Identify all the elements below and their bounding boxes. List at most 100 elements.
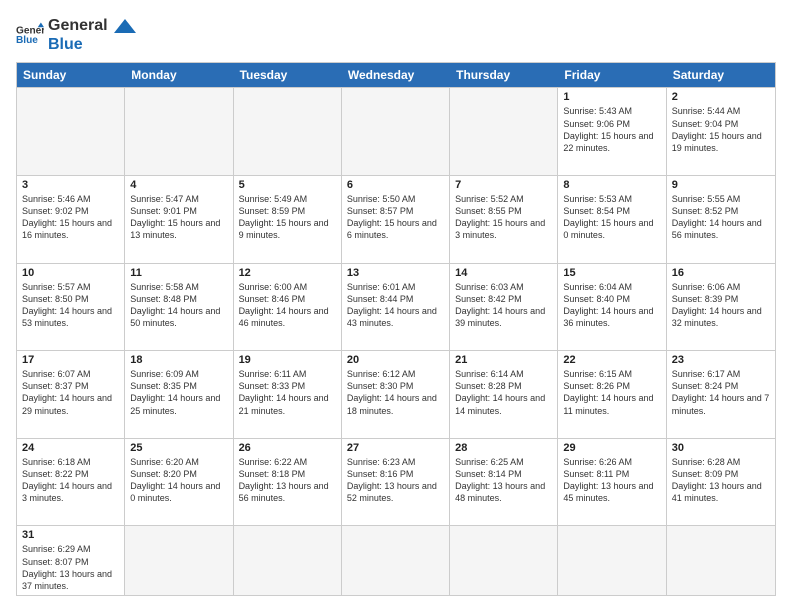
day-info: Sunrise: 5:49 AM Sunset: 8:59 PM Dayligh… (239, 193, 336, 242)
calendar-cell-4-6: 30Sunrise: 6:28 AM Sunset: 8:09 PM Dayli… (667, 439, 775, 526)
logo-triangle-icon (114, 19, 136, 41)
calendar-cell-3-5: 22Sunrise: 6:15 AM Sunset: 8:26 PM Dayli… (558, 351, 666, 438)
calendar-cell-2-4: 14Sunrise: 6:03 AM Sunset: 8:42 PM Dayli… (450, 264, 558, 351)
day-number: 13 (347, 267, 444, 279)
day-number: 21 (455, 354, 552, 366)
calendar-cell-5-3 (342, 526, 450, 595)
calendar-cell-4-2: 26Sunrise: 6:22 AM Sunset: 8:18 PM Dayli… (234, 439, 342, 526)
calendar-cell-1-3: 6 Sunrise: 5:50 AM Sunset: 8:57 PM Daylig… (342, 176, 450, 263)
day-info: Sunrise: 6:09 AM Sunset: 8:35 PM Dayligh… (130, 368, 227, 417)
day-number: 1 (563, 91, 660, 103)
calendar-cell-4-4: 28 Sunrise: 6:25 AM Sunset: 8:14 PM Dayli… (450, 439, 558, 526)
calendar-cell-4-0: 24 Sunrise: 6:18 AM Sunset: 8:22 PM Dayli… (17, 439, 125, 526)
day-number: 24 (22, 442, 119, 454)
day-number: 6 (347, 179, 444, 191)
day-info: Sunrise: 5:50 AM Sunset: 8:57 PM Dayligh… (347, 193, 444, 242)
day-number: 10 (22, 267, 119, 279)
calendar-cell-2-3: 13 Sunrise: 6:01 AM Sunset: 8:44 PM Dayli… (342, 264, 450, 351)
calendar-cell-2-1: 11Sunrise: 5:58 AM Sunset: 8:48 PM Dayli… (125, 264, 233, 351)
day-number: 12 (239, 267, 336, 279)
day-info: Sunrise: 5:53 AM Sunset: 8:54 PM Dayligh… (563, 193, 660, 242)
day-info: Sunrise: 5:47 AM Sunset: 9:01 PM Dayligh… (130, 193, 227, 242)
day-number: 29 (563, 442, 660, 454)
day-number: 27 (347, 442, 444, 454)
calendar-row-4: 24 Sunrise: 6:18 AM Sunset: 8:22 PM Dayli… (17, 438, 775, 526)
day-info: Sunrise: 5:55 AM Sunset: 8:52 PM Dayligh… (672, 193, 770, 242)
day-info: Sunrise: 6:04 AM Sunset: 8:40 PM Dayligh… (563, 281, 660, 330)
generalblue-logo-icon: General Blue (16, 21, 44, 49)
calendar-cell-0-6: 2Sunrise: 5:44 AM Sunset: 9:04 PM Daylig… (667, 88, 775, 175)
day-number: 18 (130, 354, 227, 366)
day-info: Sunrise: 6:23 AM Sunset: 8:16 PM Dayligh… (347, 456, 444, 505)
calendar-cell-3-1: 18 Sunrise: 6:09 AM Sunset: 8:35 PM Dayli… (125, 351, 233, 438)
day-info: Sunrise: 6:28 AM Sunset: 8:09 PM Dayligh… (672, 456, 770, 505)
day-number: 16 (672, 267, 770, 279)
calendar-cell-3-3: 20 Sunrise: 6:12 AM Sunset: 8:30 PM Dayli… (342, 351, 450, 438)
day-number: 19 (239, 354, 336, 366)
calendar-cell-1-6: 9 Sunrise: 5:55 AM Sunset: 8:52 PM Daylig… (667, 176, 775, 263)
weekday-header-friday: Friday (558, 63, 666, 87)
day-info: Sunrise: 6:26 AM Sunset: 8:11 PM Dayligh… (563, 456, 660, 505)
calendar-cell-3-2: 19 Sunrise: 6:11 AM Sunset: 8:33 PM Dayli… (234, 351, 342, 438)
day-number: 3 (22, 179, 119, 191)
day-info: Sunrise: 6:18 AM Sunset: 8:22 PM Dayligh… (22, 456, 119, 505)
calendar-cell-0-4 (450, 88, 558, 175)
day-number: 25 (130, 442, 227, 454)
calendar-row-0: 1 Sunrise: 5:43 AM Sunset: 9:06 PM Daylig… (17, 87, 775, 175)
day-info: Sunrise: 6:12 AM Sunset: 8:30 PM Dayligh… (347, 368, 444, 417)
calendar-cell-1-4: 7Sunrise: 5:52 AM Sunset: 8:55 PM Daylig… (450, 176, 558, 263)
calendar-cell-5-6 (667, 526, 775, 595)
day-number: 22 (563, 354, 660, 366)
weekday-header-saturday: Saturday (667, 63, 775, 87)
calendar-body: 1 Sunrise: 5:43 AM Sunset: 9:06 PM Daylig… (17, 87, 775, 595)
day-number: 15 (563, 267, 660, 279)
calendar-cell-3-4: 21 Sunrise: 6:14 AM Sunset: 8:28 PM Dayli… (450, 351, 558, 438)
day-info: Sunrise: 6:20 AM Sunset: 8:20 PM Dayligh… (130, 456, 227, 505)
day-number: 20 (347, 354, 444, 366)
day-info: Sunrise: 6:29 AM Sunset: 8:07 PM Dayligh… (22, 543, 119, 592)
day-number: 8 (563, 179, 660, 191)
calendar-row-5: 31Sunrise: 6:29 AM Sunset: 8:07 PM Dayli… (17, 525, 775, 595)
calendar-cell-5-5 (558, 526, 666, 595)
calendar-cell-5-2 (234, 526, 342, 595)
svg-text:Blue: Blue (16, 35, 38, 46)
day-info: Sunrise: 6:11 AM Sunset: 8:33 PM Dayligh… (239, 368, 336, 417)
calendar-cell-0-1 (125, 88, 233, 175)
day-number: 17 (22, 354, 119, 366)
calendar-cell-1-5: 8 Sunrise: 5:53 AM Sunset: 8:54 PM Daylig… (558, 176, 666, 263)
day-info: Sunrise: 5:57 AM Sunset: 8:50 PM Dayligh… (22, 281, 119, 330)
day-number: 9 (672, 179, 770, 191)
calendar-cell-2-0: 10 Sunrise: 5:57 AM Sunset: 8:50 PM Dayli… (17, 264, 125, 351)
calendar-cell-0-3 (342, 88, 450, 175)
page-header: General Blue General Blue (16, 16, 776, 54)
calendar-cell-4-1: 25 Sunrise: 6:20 AM Sunset: 8:20 PM Dayli… (125, 439, 233, 526)
day-number: 28 (455, 442, 552, 454)
day-number: 7 (455, 179, 552, 191)
calendar-cell-0-5: 1 Sunrise: 5:43 AM Sunset: 9:06 PM Daylig… (558, 88, 666, 175)
day-info: Sunrise: 6:00 AM Sunset: 8:46 PM Dayligh… (239, 281, 336, 330)
day-number: 14 (455, 267, 552, 279)
calendar-cell-5-0: 31Sunrise: 6:29 AM Sunset: 8:07 PM Dayli… (17, 526, 125, 595)
calendar-cell-4-5: 29 Sunrise: 6:26 AM Sunset: 8:11 PM Dayli… (558, 439, 666, 526)
weekday-header-tuesday: Tuesday (234, 63, 342, 87)
day-number: 5 (239, 179, 336, 191)
day-info: Sunrise: 6:06 AM Sunset: 8:39 PM Dayligh… (672, 281, 770, 330)
calendar-cell-1-2: 5 Sunrise: 5:49 AM Sunset: 8:59 PM Daylig… (234, 176, 342, 263)
day-info: Sunrise: 6:01 AM Sunset: 8:44 PM Dayligh… (347, 281, 444, 330)
day-info: Sunrise: 6:25 AM Sunset: 8:14 PM Dayligh… (455, 456, 552, 505)
calendar-cell-2-2: 12 Sunrise: 6:00 AM Sunset: 8:46 PM Dayli… (234, 264, 342, 351)
calendar-cell-3-0: 17Sunrise: 6:07 AM Sunset: 8:37 PM Dayli… (17, 351, 125, 438)
weekday-header-monday: Monday (125, 63, 233, 87)
day-info: Sunrise: 5:43 AM Sunset: 9:06 PM Dayligh… (563, 105, 660, 154)
calendar-cell-2-5: 15 Sunrise: 6:04 AM Sunset: 8:40 PM Dayli… (558, 264, 666, 351)
day-info: Sunrise: 6:14 AM Sunset: 8:28 PM Dayligh… (455, 368, 552, 417)
calendar-cell-0-2 (234, 88, 342, 175)
day-number: 26 (239, 442, 336, 454)
calendar: SundayMondayTuesdayWednesdayThursdayFrid… (16, 62, 776, 596)
calendar-cell-1-0: 3Sunrise: 5:46 AM Sunset: 9:02 PM Daylig… (17, 176, 125, 263)
calendar-cell-5-1 (125, 526, 233, 595)
weekday-header-thursday: Thursday (450, 63, 558, 87)
day-info: Sunrise: 5:44 AM Sunset: 9:04 PM Dayligh… (672, 105, 770, 154)
day-number: 4 (130, 179, 227, 191)
logo: General Blue General Blue (16, 16, 136, 54)
